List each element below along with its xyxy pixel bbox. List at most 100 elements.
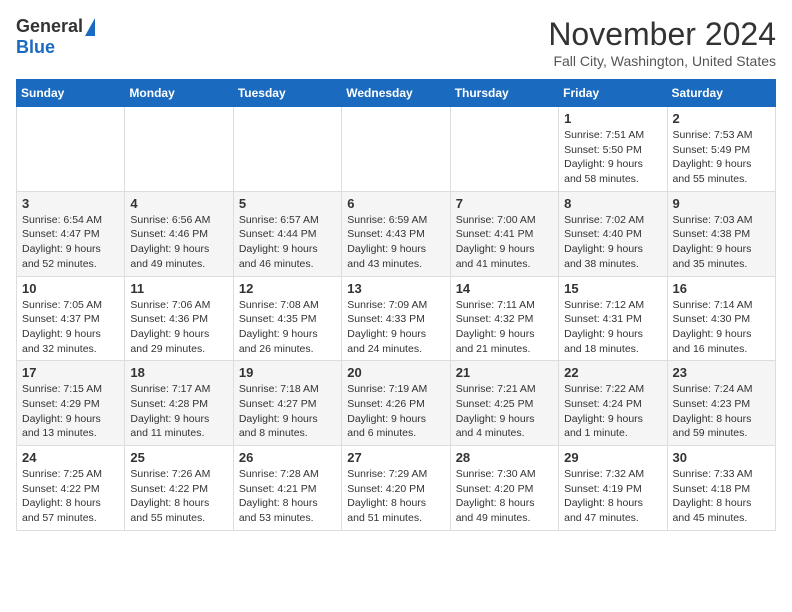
day-info: Sunrise: 6:57 AMSunset: 4:44 PMDaylight:… — [239, 213, 336, 272]
day-number: 14 — [456, 281, 553, 296]
day-info: Sunrise: 7:53 AMSunset: 5:49 PMDaylight:… — [673, 128, 770, 187]
day-number: 29 — [564, 450, 661, 465]
day-info: Sunrise: 7:22 AMSunset: 4:24 PMDaylight:… — [564, 382, 661, 441]
calendar-cell: 23 Sunrise: 7:24 AMSunset: 4:23 PMDayligh… — [667, 361, 775, 446]
day-number: 26 — [239, 450, 336, 465]
calendar-week-row: 3Sunrise: 6:54 AMSunset: 4:47 PMDaylight… — [17, 191, 776, 276]
day-number: 2 — [673, 111, 770, 126]
calendar-header: SundayMondayTuesdayWednesdayThursdayFrid… — [17, 80, 776, 107]
calendar-cell: 6 Sunrise: 6:59 AMSunset: 4:43 PMDaylight… — [342, 191, 450, 276]
day-number: 30 — [673, 450, 770, 465]
calendar-cell: 28 Sunrise: 7:30 AMSunset: 4:20 PMDayligh… — [450, 446, 558, 531]
calendar-cell: 16Sunrise: 7:14 AMSunset: 4:30 PMDayligh… — [667, 276, 775, 361]
day-info: Sunrise: 7:06 AMSunset: 4:36 PMDaylight:… — [130, 298, 227, 357]
day-info: Sunrise: 7:17 AMSunset: 4:28 PMDaylight:… — [130, 382, 227, 441]
day-info: Sunrise: 7:18 AMSunset: 4:27 PMDaylight:… — [239, 382, 336, 441]
day-info: Sunrise: 7:09 AMSunset: 4:33 PMDaylight:… — [347, 298, 444, 357]
day-number: 5 — [239, 196, 336, 211]
day-number: 10 — [22, 281, 119, 296]
day-info: Sunrise: 7:05 AMSunset: 4:37 PMDaylight:… — [22, 298, 119, 357]
calendar-cell: 14 Sunrise: 7:11 AMSunset: 4:32 PMDayligh… — [450, 276, 558, 361]
calendar-cell: 18 Sunrise: 7:17 AMSunset: 4:28 PMDayligh… — [125, 361, 233, 446]
calendar-cell: 3Sunrise: 6:54 AMSunset: 4:47 PMDaylight… — [17, 191, 125, 276]
day-number: 20 — [347, 365, 444, 380]
calendar-cell — [233, 107, 341, 192]
day-info: Sunrise: 7:33 AMSunset: 4:18 PMDaylight:… — [673, 467, 770, 526]
day-number: 22 — [564, 365, 661, 380]
day-number: 17 — [22, 365, 119, 380]
day-info: Sunrise: 7:19 AMSunset: 4:26 PMDaylight:… — [347, 382, 444, 441]
calendar-cell: 22 Sunrise: 7:22 AMSunset: 4:24 PMDayligh… — [559, 361, 667, 446]
day-number: 3 — [22, 196, 119, 211]
calendar-body: 1 Sunrise: 7:51 AMSunset: 5:50 PMDaylight… — [17, 107, 776, 531]
day-info: Sunrise: 7:32 AMSunset: 4:19 PMDaylight:… — [564, 467, 661, 526]
month-title: November 2024 — [548, 16, 776, 53]
calendar-cell: 5 Sunrise: 6:57 AMSunset: 4:44 PMDaylight… — [233, 191, 341, 276]
day-number: 6 — [347, 196, 444, 211]
calendar-cell: 12 Sunrise: 7:08 AMSunset: 4:35 PMDayligh… — [233, 276, 341, 361]
calendar-cell — [17, 107, 125, 192]
day-info: Sunrise: 7:30 AMSunset: 4:20 PMDaylight:… — [456, 467, 553, 526]
day-info: Sunrise: 7:03 AMSunset: 4:38 PMDaylight:… — [673, 213, 770, 272]
day-info: Sunrise: 7:08 AMSunset: 4:35 PMDaylight:… — [239, 298, 336, 357]
day-number: 8 — [564, 196, 661, 211]
calendar-week-row: 10 Sunrise: 7:05 AMSunset: 4:37 PMDayligh… — [17, 276, 776, 361]
weekday-header: Tuesday — [233, 80, 341, 107]
weekday-header: Friday — [559, 80, 667, 107]
day-number: 12 — [239, 281, 336, 296]
calendar-cell: 26 Sunrise: 7:28 AMSunset: 4:21 PMDayligh… — [233, 446, 341, 531]
day-number: 24 — [22, 450, 119, 465]
weekday-row: SundayMondayTuesdayWednesdayThursdayFrid… — [17, 80, 776, 107]
calendar-cell: 10 Sunrise: 7:05 AMSunset: 4:37 PMDayligh… — [17, 276, 125, 361]
calendar-week-row: 24Sunrise: 7:25 AMSunset: 4:22 PMDayligh… — [17, 446, 776, 531]
day-number: 28 — [456, 450, 553, 465]
calendar-cell: 9 Sunrise: 7:03 AMSunset: 4:38 PMDaylight… — [667, 191, 775, 276]
day-number: 11 — [130, 281, 227, 296]
day-number: 27 — [347, 450, 444, 465]
day-number: 7 — [456, 196, 553, 211]
calendar-cell — [342, 107, 450, 192]
day-info: Sunrise: 7:15 AMSunset: 4:29 PMDaylight:… — [22, 382, 119, 441]
calendar-cell: 15Sunrise: 7:12 AMSunset: 4:31 PMDayligh… — [559, 276, 667, 361]
calendar-cell: 8 Sunrise: 7:02 AMSunset: 4:40 PMDaylight… — [559, 191, 667, 276]
day-info: Sunrise: 7:29 AMSunset: 4:20 PMDaylight:… — [347, 467, 444, 526]
day-number: 4 — [130, 196, 227, 211]
calendar-cell: 1 Sunrise: 7:51 AMSunset: 5:50 PMDaylight… — [559, 107, 667, 192]
day-info: Sunrise: 7:21 AMSunset: 4:25 PMDaylight:… — [456, 382, 553, 441]
logo-general-text: General — [16, 16, 83, 37]
day-number: 23 — [673, 365, 770, 380]
calendar-cell: 20 Sunrise: 7:19 AMSunset: 4:26 PMDayligh… — [342, 361, 450, 446]
day-number: 9 — [673, 196, 770, 211]
day-info: Sunrise: 7:02 AMSunset: 4:40 PMDaylight:… — [564, 213, 661, 272]
day-info: Sunrise: 6:56 AMSunset: 4:46 PMDaylight:… — [130, 213, 227, 272]
logo: General Blue — [16, 16, 95, 58]
day-number: 16 — [673, 281, 770, 296]
calendar-table: SundayMondayTuesdayWednesdayThursdayFrid… — [16, 79, 776, 531]
day-info: Sunrise: 7:26 AMSunset: 4:22 PMDaylight:… — [130, 467, 227, 526]
day-info: Sunrise: 6:59 AMSunset: 4:43 PMDaylight:… — [347, 213, 444, 272]
calendar-cell: 30 Sunrise: 7:33 AMSunset: 4:18 PMDayligh… — [667, 446, 775, 531]
logo-triangle-icon — [85, 18, 95, 36]
day-number: 19 — [239, 365, 336, 380]
calendar-week-row: 1 Sunrise: 7:51 AMSunset: 5:50 PMDaylight… — [17, 107, 776, 192]
weekday-header: Wednesday — [342, 80, 450, 107]
day-info: Sunrise: 7:28 AMSunset: 4:21 PMDaylight:… — [239, 467, 336, 526]
day-number: 21 — [456, 365, 553, 380]
day-number: 18 — [130, 365, 227, 380]
calendar-cell: 27 Sunrise: 7:29 AMSunset: 4:20 PMDayligh… — [342, 446, 450, 531]
calendar-cell: 7Sunrise: 7:00 AMSunset: 4:41 PMDaylight… — [450, 191, 558, 276]
day-info: Sunrise: 7:24 AMSunset: 4:23 PMDaylight:… — [673, 382, 770, 441]
calendar-cell: 17 Sunrise: 7:15 AMSunset: 4:29 PMDayligh… — [17, 361, 125, 446]
day-info: Sunrise: 7:51 AMSunset: 5:50 PMDaylight:… — [564, 128, 661, 187]
calendar-cell: 21 Sunrise: 7:21 AMSunset: 4:25 PMDayligh… — [450, 361, 558, 446]
location-text: Fall City, Washington, United States — [548, 53, 776, 69]
calendar-cell: 11 Sunrise: 7:06 AMSunset: 4:36 PMDayligh… — [125, 276, 233, 361]
calendar-cell: 13Sunrise: 7:09 AMSunset: 4:33 PMDayligh… — [342, 276, 450, 361]
weekday-header: Sunday — [17, 80, 125, 107]
calendar-cell: 4 Sunrise: 6:56 AMSunset: 4:46 PMDaylight… — [125, 191, 233, 276]
day-number: 1 — [564, 111, 661, 126]
calendar-week-row: 17 Sunrise: 7:15 AMSunset: 4:29 PMDayligh… — [17, 361, 776, 446]
title-block: November 2024 Fall City, Washington, Uni… — [548, 16, 776, 69]
calendar-cell — [125, 107, 233, 192]
day-info: Sunrise: 7:11 AMSunset: 4:32 PMDaylight:… — [456, 298, 553, 357]
